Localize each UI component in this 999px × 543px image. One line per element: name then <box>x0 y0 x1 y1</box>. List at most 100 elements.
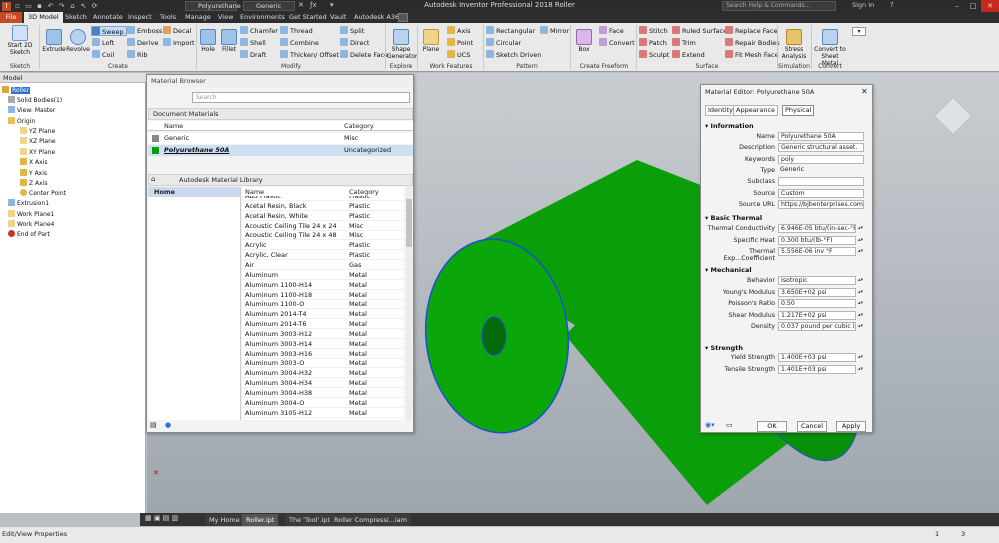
tab-vault[interactable]: Vault <box>326 12 350 23</box>
decal-button[interactable]: Decal <box>163 26 191 36</box>
appearance-combo[interactable]: Generic <box>243 1 295 11</box>
app-menu-icon[interactable]: I <box>2 1 11 11</box>
library-material-row[interactable]: Aluminum Metal <box>242 270 404 280</box>
cancel-button[interactable]: Cancel <box>797 421 827 432</box>
spinner-icon[interactable]: ▴▾ <box>857 288 864 297</box>
property-value-field[interactable]: 1.217E+02 psi <box>778 310 856 320</box>
scrollbar-thumb[interactable] <box>406 199 412 247</box>
coil-button[interactable]: Coil <box>92 50 114 60</box>
library-scrollbar[interactable] <box>406 187 412 420</box>
section-basic-thermal[interactable]: ▾ Basic Thermal <box>705 214 762 222</box>
fillet-button[interactable]: Fillet <box>219 29 239 53</box>
shell-button[interactable]: Shell <box>240 38 266 48</box>
tab-roller-compression-iam[interactable]: Roller Compressi...iam <box>330 514 411 526</box>
tree-item-extrusion1[interactable]: Extrusion1 <box>8 199 49 209</box>
tab-inspect[interactable]: Inspect <box>124 12 156 23</box>
update-icon[interactable]: ⟳ <box>90 2 99 11</box>
tab-identity[interactable]: Identity <box>705 105 736 116</box>
maximize-icon[interactable]: □ <box>965 0 981 12</box>
library-material-row[interactable]: Aluminum 3004-O Metal <box>242 398 404 408</box>
sketch-driven-button[interactable]: Sketch Driven <box>486 50 541 60</box>
tab-get-started[interactable]: Get Started <box>285 12 331 23</box>
replace-face-button[interactable]: Replace Face <box>725 26 777 36</box>
library-material-row[interactable]: Acrylic, Clear Plastic <box>242 250 404 261</box>
material-editor-icon[interactable]: ● <box>165 421 171 429</box>
tree-item-center-point[interactable]: Center Point <box>20 189 66 199</box>
close-icon[interactable]: ✕ <box>861 87 868 96</box>
apply-button[interactable]: Apply <box>836 421 866 432</box>
delete-face-button[interactable]: Delete Face <box>340 50 388 60</box>
derive-button[interactable]: Derive <box>127 38 158 48</box>
trim-button[interactable]: Trim <box>672 38 696 48</box>
draft-button[interactable]: Draft <box>240 50 266 60</box>
property-value-field[interactable]: poly <box>778 154 864 164</box>
property-value-field[interactable]: 6.946E-05 btu/(in-sec-°F) <box>778 224 856 233</box>
property-value-field[interactable]: 0.50 <box>778 299 856 308</box>
select-icon[interactable]: ↖ <box>79 2 88 11</box>
save-icon[interactable]: ▪ <box>35 2 44 11</box>
property-value-field[interactable]: 1.400E+03 psi <box>778 353 856 362</box>
tree-item-z-axis[interactable]: Z Axis <box>20 179 47 189</box>
property-value-field[interactable]: Generic <box>778 166 864 175</box>
loft-button[interactable]: Loft <box>92 38 114 48</box>
tree-item-xy-plane[interactable]: XY Plane <box>20 148 55 158</box>
ribbon-options-icon[interactable]: ▾ <box>852 27 866 36</box>
library-material-row[interactable]: Air Gas <box>242 260 404 270</box>
library-material-row[interactable]: Aluminum 2014-T6 Metal <box>242 319 404 330</box>
property-value-field[interactable]: Polyurethane 50A <box>778 132 864 141</box>
library-material-row[interactable]: Acetal Resin, Black Plastic <box>242 201 404 211</box>
property-value-field[interactable]: 3.650E+02 psi <box>778 287 856 297</box>
section-information[interactable]: ▾ Information <box>705 122 754 130</box>
home-icon[interactable]: ⌂ <box>68 2 77 11</box>
material-combo[interactable]: Polyurethane <box>185 1 241 11</box>
tree-item-xz-plane[interactable]: XZ Plane <box>20 137 56 147</box>
library-material-row[interactable]: Acoustic Ceiling Tile 24 x 24 Misc <box>242 221 404 231</box>
point-button[interactable]: Point <box>447 38 473 48</box>
sweep-button[interactable]: Sweep <box>91 26 127 36</box>
axis-button[interactable]: Axis <box>447 26 471 36</box>
tab-sketch[interactable]: Sketch <box>61 12 91 23</box>
chamfer-button[interactable]: Chamfer <box>240 26 278 36</box>
spinner-icon[interactable]: ▴▾ <box>857 224 864 233</box>
clear-override-icon[interactable]: ✕ <box>298 1 304 9</box>
spinner-icon[interactable]: ▴▾ <box>857 247 864 256</box>
rectangular-pattern-button[interactable]: Rectangular <box>486 26 535 36</box>
doc-material-row-selected[interactable]: Polyurethane 50A Uncategorized <box>148 145 413 156</box>
close-icon[interactable]: ✕ <box>981 0 999 12</box>
extrude-button[interactable]: Extrude <box>42 29 66 53</box>
sign-in-link[interactable]: Sign In <box>852 1 874 9</box>
library-material-row[interactable]: Aluminum 3003-H16 Metal <box>242 349 404 359</box>
undo-icon[interactable]: ↶ <box>46 2 55 11</box>
tab-roller-ipt[interactable]: Roller.ipt <box>242 514 279 526</box>
ucs-button[interactable]: UCS <box>447 50 470 60</box>
repair-bodies-button[interactable]: Repair Bodies <box>725 38 780 48</box>
thread-button[interactable]: Thread <box>280 26 313 36</box>
tab-view[interactable]: View <box>214 12 237 23</box>
convert-button[interactable]: Convert <box>599 38 635 48</box>
spinner-icon[interactable]: ▴▾ <box>857 236 864 245</box>
library-home[interactable]: Home <box>148 187 240 197</box>
ribbon-toggle-icon[interactable] <box>398 13 408 22</box>
mirror-button[interactable]: Mirror <box>540 26 569 36</box>
direct-button[interactable]: Direct <box>340 38 369 48</box>
section-mechanical[interactable]: ▾ Mechanical <box>705 266 752 274</box>
col-name[interactable]: Name <box>164 121 183 131</box>
split-button[interactable]: Split <box>340 26 364 36</box>
box-button[interactable]: Box <box>574 29 594 53</box>
spinner-icon[interactable]: ▴▾ <box>857 299 864 308</box>
extend-button[interactable]: Extend <box>672 50 705 60</box>
rib-button[interactable]: Rib <box>127 50 147 60</box>
home-icon[interactable]: ⌂ <box>151 175 155 183</box>
document-materials-header[interactable]: Document Materials <box>148 108 413 120</box>
tree-item-x-axis[interactable]: X Axis <box>20 158 47 168</box>
tab-3d-model[interactable]: 3D Model <box>24 12 63 23</box>
tree-item-work-plane4[interactable]: Work Plane4 <box>8 220 54 230</box>
patch-button[interactable]: Patch <box>639 38 667 48</box>
tree-item-view-master[interactable]: View: Master <box>8 106 55 116</box>
spinner-icon[interactable]: ▴▾ <box>857 353 864 362</box>
tab-appearance[interactable]: Appearance <box>733 105 779 116</box>
library-material-row[interactable]: Aluminum 1100-H14 Metal <box>242 280 404 290</box>
property-value-field[interactable]: https://bjbenterprises.com/... <box>778 199 864 209</box>
customize-icon[interactable]: ▾ <box>330 1 334 9</box>
start-sketch-button[interactable]: Start 2D Sketch <box>4 25 36 56</box>
